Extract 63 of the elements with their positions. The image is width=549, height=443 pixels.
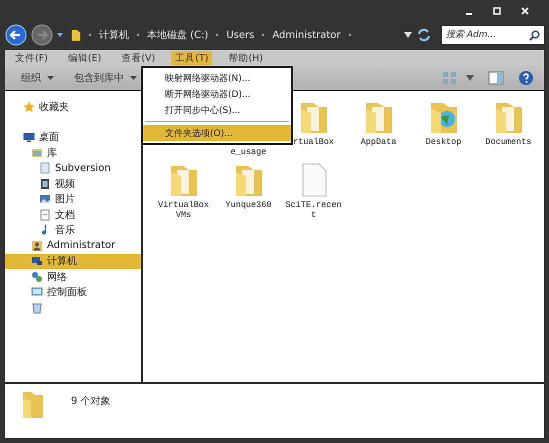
dropdown-arrow-icon[interactable] [466,75,474,81]
back-button[interactable] [5,24,27,46]
caret-icon [47,76,54,80]
search-field[interactable]: 搜索 Adm... [442,26,544,44]
toolbar-button[interactable]: 包含到库中 [68,69,143,87]
search-icon [529,30,540,41]
dropdown-arrow-icon[interactable] [57,33,63,37]
dropdown-arrow-icon[interactable] [404,32,412,38]
file-name[interactable]: Desktop [414,138,474,148]
breadcrumb[interactable]: 计算机 [99,28,129,42]
tree-item[interactable]: 库 [5,145,141,160]
menu-item[interactable]: 映射网络驱动器(N)... [143,70,291,86]
tree-item[interactable]: 计算机 [5,254,141,269]
menu-item[interactable]: 帮助(H) [224,50,268,66]
toolbar-button[interactable]: 组织 [15,69,60,87]
file-name[interactable]: VirtualBox VMs [154,200,214,220]
menu-item[interactable]: 编辑(E) [64,50,106,66]
star-icon [23,100,35,113]
library-icon [31,146,43,159]
maximize-icon[interactable] [493,7,501,15]
menu-item[interactable]: 文件(F) [11,50,52,66]
tree-item[interactable]: 视频 [5,176,141,192]
computer-icon [31,255,43,268]
user-icon [31,240,43,252]
menu-item[interactable]: 断开网络驱动器(D)... [143,86,291,102]
tree-item[interactable]: 图片 [5,192,141,207]
breadcrumb[interactable]: Users [226,30,254,40]
tree-item[interactable]: 桌面 [5,130,141,145]
refresh-icon[interactable] [416,27,432,43]
tree-item[interactable]: 音乐 [5,222,141,238]
file-name[interactable]: SciTE.recent [284,200,344,220]
file-name[interactable]: e_usage [218,148,278,158]
document-icon [39,162,51,174]
folder-icon [21,390,45,420]
tree-item[interactable]: 文档 [5,207,141,222]
tree-item[interactable]: Administrator [5,238,141,254]
folder-icon [71,28,81,42]
close-icon[interactable] [521,7,529,15]
file-name[interactable]: Yunque360 [218,200,278,211]
tree-item[interactable]: Subversion [5,160,141,176]
tree-item[interactable]: 网络 [5,269,141,284]
file-name[interactable]: Documents [478,138,538,148]
forward-button[interactable] [31,24,53,46]
recycle-bin-icon [31,302,43,314]
tree-item[interactable]: 收藏夹 [5,99,141,114]
breadcrumb[interactable]: 本地磁盘 (C:) [147,28,208,42]
network-icon [31,270,43,283]
control-panel-icon [31,286,43,298]
status-text: 9 个对象 [71,394,111,408]
breadcrumb[interactable]: Administrator [272,30,341,40]
picture-icon [39,193,51,206]
caret-icon [130,76,137,80]
help-icon[interactable] [518,70,534,86]
menu-item[interactable]: 工具(T) [171,50,212,66]
menu-item[interactable]: 打开同步中心(S)... [143,102,291,118]
film-icon [39,178,51,190]
menu-item[interactable]: 查看(V) [117,50,160,66]
monitor-icon [23,131,35,144]
tree-item[interactable]: 控制面板 [5,284,141,300]
preview-pane-icon[interactable] [488,70,504,86]
file-name[interactable]: AppData [348,138,408,148]
document-icon [39,208,51,221]
menu-item[interactable]: 文件夹选项(O)... [143,125,291,141]
